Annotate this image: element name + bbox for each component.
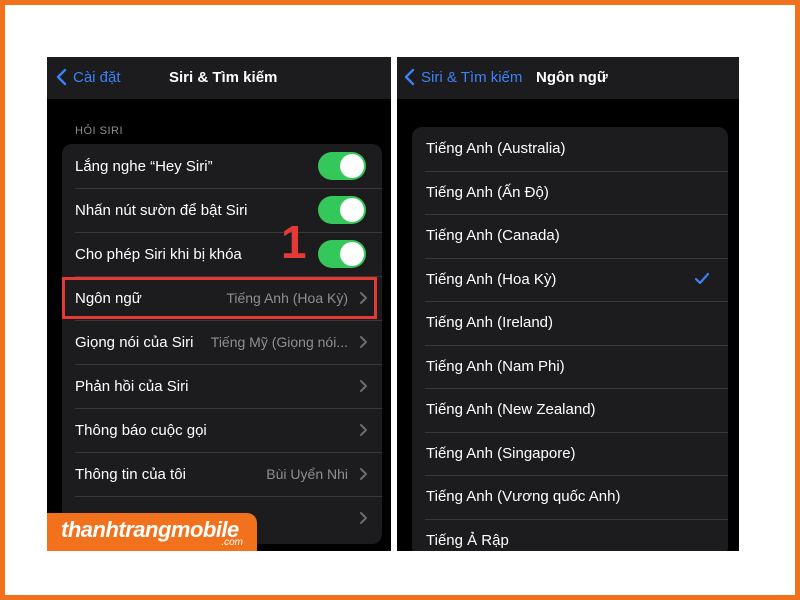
language-label: Tiếng Anh (Hoa Kỳ) — [426, 270, 557, 288]
toggle-knob — [340, 154, 364, 178]
language-label: Tiếng Anh (Canada) — [426, 227, 560, 245]
chevron-right-icon — [359, 423, 368, 437]
language-label: Tiếng Anh (Singapore) — [426, 444, 576, 462]
language-label: Tiếng Anh (Vương quốc Anh) — [426, 488, 621, 506]
chevron-right-icon — [359, 379, 368, 393]
row-language[interactable]: Ngôn ngữ Tiếng Anh (Hoa Kỳ) — [62, 276, 382, 320]
row-label: Thông báo cuộc gọi — [75, 421, 207, 439]
chevron-right-icon — [359, 335, 368, 349]
chevron-left-icon — [55, 68, 69, 86]
watermark-brand: thanhtrangmobile — [61, 517, 239, 542]
hey-siri-toggle[interactable] — [318, 152, 366, 180]
voice-value: Tiếng Mỹ (Giọng nói... — [210, 334, 348, 350]
row-allow-siri-locked: Cho phép Siri khi bị khóa — [62, 232, 382, 276]
allow-when-locked-toggle[interactable] — [318, 240, 366, 268]
language-picker-screen: Siri & Tìm kiếm Ngôn ngữ Tiếng Anh (Aust… — [397, 57, 739, 551]
checkmark-icon — [694, 272, 710, 286]
language-label: Tiếng Anh (New Zealand) — [426, 401, 596, 419]
page-title: Siri & Tìm kiếm — [169, 69, 278, 86]
siri-settings-group: Lắng nghe “Hey Siri” Nhấn nút sườn để bậ… — [62, 144, 382, 544]
language-label: Tiếng Ả Rập — [426, 531, 509, 549]
language-label: Tiếng Anh (Australia) — [426, 140, 566, 158]
back-to-siri-search-button[interactable]: Siri & Tìm kiếm — [403, 68, 522, 86]
chevron-left-icon — [403, 68, 417, 86]
step-number: 1 — [281, 216, 307, 268]
row-siri-voice[interactable]: Giọng nói của Siri Tiếng Mỹ (Giọng nói..… — [62, 320, 382, 364]
watermark-logo: thanhtrangmobile .com — [47, 513, 257, 551]
row-label: Cho phép Siri khi bị khóa — [75, 245, 242, 263]
row-label: Nhấn nút sườn để bật Siri — [75, 201, 248, 219]
left-navigation-bar: Cài đặt Siri & Tìm kiếm — [47, 57, 391, 99]
back-to-settings-button[interactable]: Cài đặt — [55, 68, 121, 86]
language-option[interactable]: Tiếng Anh (New Zealand) — [412, 388, 728, 432]
row-announce-calls[interactable]: Thông báo cuộc gọi — [62, 408, 382, 452]
siri-settings-screen: Cài đặt Siri & Tìm kiếm HỎI SIRI Lắng ng… — [47, 57, 391, 551]
row-listen-hey-siri: Lắng nghe “Hey Siri” — [62, 144, 382, 188]
back-label: Cài đặt — [73, 68, 121, 86]
language-label: Tiếng Anh (Ireland) — [426, 314, 554, 332]
language-option[interactable]: Tiếng Anh (Canada) — [412, 214, 728, 258]
row-side-button-siri: Nhấn nút sườn để bật Siri — [62, 188, 382, 232]
row-label: Thông tin của tôi — [75, 465, 186, 483]
my-info-value: Bùi Uyển Nhi — [266, 466, 348, 482]
side-button-toggle[interactable] — [318, 196, 366, 224]
language-option[interactable]: Tiếng Anh (Ireland) — [412, 301, 728, 345]
chevron-right-icon — [359, 511, 368, 525]
page-title: Ngôn ngữ — [536, 69, 608, 86]
row-label: Lắng nghe “Hey Siri” — [75, 157, 213, 175]
language-value: Tiếng Anh (Hoa Kỳ) — [226, 290, 348, 306]
language-option-selected[interactable]: Tiếng Anh (Hoa Kỳ) — [412, 257, 728, 302]
row-label: Ngôn ngữ — [75, 289, 142, 307]
section-header-ask-siri: HỎI SIRI — [75, 125, 124, 137]
language-option[interactable]: Tiếng Anh (Vương quốc Anh) — [412, 475, 728, 519]
back-label: Siri & Tìm kiếm — [421, 68, 523, 86]
language-option[interactable]: Tiếng Anh (Australia) — [412, 127, 728, 171]
watermark-suffix: .com — [221, 537, 243, 548]
language-option[interactable]: Tiếng Anh (Singapore) — [412, 431, 728, 476]
language-option[interactable]: Tiếng Ả Rập — [412, 518, 728, 552]
row-label: Phản hồi của Siri — [75, 377, 189, 395]
chevron-right-icon — [359, 291, 368, 305]
language-list: Tiếng Anh (Australia) Tiếng Anh (Ấn Độ) … — [412, 127, 728, 551]
language-option[interactable]: Tiếng Anh (Nam Phi) — [412, 344, 728, 389]
toggle-knob — [340, 198, 364, 222]
row-label: Giọng nói của Siri — [75, 333, 194, 351]
right-navigation-bar: Siri & Tìm kiếm Ngôn ngữ — [397, 57, 739, 99]
language-label: Tiếng Anh (Nam Phi) — [426, 357, 565, 375]
row-siri-responses[interactable]: Phản hồi của Siri — [62, 364, 382, 408]
language-option[interactable]: Tiếng Anh (Ấn Độ) — [412, 170, 728, 215]
row-my-information[interactable]: Thông tin của tôi Bùi Uyển Nhi — [62, 452, 382, 496]
toggle-knob — [340, 242, 364, 266]
language-label: Tiếng Anh (Ấn Độ) — [426, 183, 549, 201]
chevron-right-icon — [359, 467, 368, 481]
